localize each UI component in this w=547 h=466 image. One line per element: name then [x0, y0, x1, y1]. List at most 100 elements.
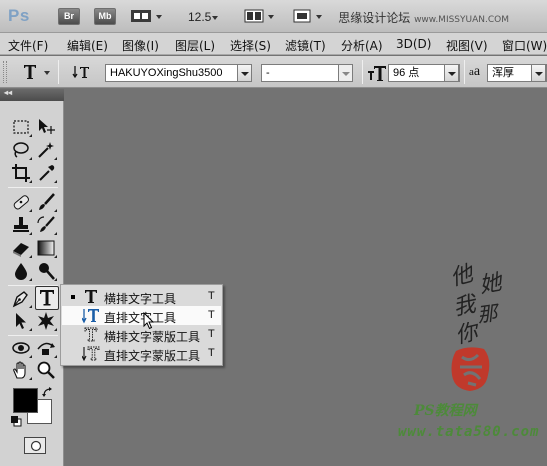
toolbox-divider	[8, 187, 58, 188]
calligraphy-char: 那	[475, 300, 499, 328]
divider	[464, 60, 465, 84]
crop-tool[interactable]	[10, 162, 32, 184]
horizontal-type-icon	[85, 290, 97, 303]
antialias-dropdown[interactable]	[531, 64, 546, 82]
chevron-down-icon	[268, 15, 274, 19]
vertical-type-icon	[82, 309, 99, 324]
chevron-down-icon	[156, 15, 162, 19]
film-strip-icon	[131, 10, 151, 22]
rectangular-marquee-tool[interactable]	[10, 116, 32, 138]
menu-3d[interactable]: 3D(D)	[396, 37, 431, 51]
menu-edit[interactable]: 编辑(E)	[67, 37, 108, 54]
site-watermark-header: 思缘设计论坛 www.MISSYUAN.COM	[338, 9, 509, 26]
clone-stamp-tool[interactable]	[10, 214, 32, 236]
flyout-item-shortcut: T	[208, 290, 215, 302]
submenu-triangle-icon	[29, 134, 32, 137]
flyout-item-vertical-type[interactable]: 直排文字工具 T	[62, 306, 221, 325]
calligraphy-char: 她	[477, 270, 504, 299]
font-size-icon	[368, 66, 386, 81]
mini-bridge-button[interactable]: Mb	[94, 8, 116, 25]
toolbox-divider	[8, 335, 58, 336]
options-bar: HAKUYOXingShu3500 - 96 点 aa 浑厚	[0, 56, 547, 88]
divider	[362, 60, 363, 84]
menu-image[interactable]: 图像(I)	[122, 37, 159, 54]
brush-tool[interactable]	[35, 191, 57, 213]
eyedropper-tool[interactable]	[35, 162, 57, 184]
pen-tool[interactable]	[10, 287, 32, 309]
quick-mask-icon	[30, 440, 42, 452]
spot-healing-brush-tool[interactable]	[10, 191, 32, 213]
custom-shape-tool[interactable]	[35, 310, 57, 332]
submenu-triangle-icon	[29, 355, 32, 358]
history-brush-tool[interactable]	[35, 214, 57, 236]
antialias-icon: aa	[469, 64, 480, 80]
horizontal-type-tool[interactable]	[35, 286, 59, 310]
menu-analysis[interactable]: 分析(A)	[341, 37, 383, 54]
watermark-url: www.tata580.com	[398, 424, 540, 440]
font-size-icon-wrap	[366, 62, 388, 84]
application-bar: Ps Br Mb 12.5 思缘设计论坛 www.MISSYUAN.COM	[0, 0, 547, 33]
submenu-triangle-icon	[54, 355, 57, 358]
arrange-documents-button[interactable]	[244, 8, 276, 25]
swap-colors-icon[interactable]	[42, 387, 54, 398]
font-style-dropdown[interactable]	[338, 64, 353, 82]
menu-select[interactable]: 选择(S)	[230, 37, 271, 54]
quick-mask-button[interactable]	[24, 437, 46, 454]
path-selection-tool[interactable]	[10, 310, 32, 332]
bridge-button[interactable]: Br	[58, 8, 80, 25]
menu-window[interactable]: 窗口(W)	[502, 37, 547, 54]
quick-selection-tool[interactable]	[35, 139, 57, 161]
font-family-dropdown[interactable]	[237, 64, 252, 82]
toolbox-collapse-strip[interactable]: ◂◂	[0, 88, 64, 101]
lasso-tool[interactable]	[10, 139, 32, 161]
submenu-triangle-icon	[29, 305, 32, 308]
submenu-triangle-icon	[54, 255, 57, 258]
options-bar-grip[interactable]	[3, 61, 7, 83]
view-extras-button[interactable]	[130, 8, 166, 25]
move-icon	[39, 119, 55, 134]
zoom-tool[interactable]	[35, 359, 57, 381]
flyout-item-vertical-type-mask[interactable]: 直排文字蒙版工具 T	[62, 344, 221, 363]
menu-layer[interactable]: 图层(L)	[175, 37, 215, 54]
menu-file[interactable]: 文件(F)	[8, 37, 48, 54]
default-colors-icon[interactable]	[10, 415, 22, 427]
gradient-tool[interactable]	[35, 237, 57, 259]
flyout-item-horizontal-type[interactable]: 横排文字工具 T	[62, 287, 221, 306]
menu-view[interactable]: 视图(V)	[446, 37, 488, 54]
dodge-tool[interactable]	[35, 260, 57, 282]
magnifier-icon	[37, 361, 55, 379]
chevron-down-icon	[44, 71, 50, 75]
submenu-triangle-icon	[54, 157, 57, 160]
menu-filter[interactable]: 滤镜(T)	[285, 37, 326, 54]
submenu-triangle-icon	[54, 278, 57, 281]
screen-mode-button[interactable]	[292, 8, 324, 25]
flyout-item-label: 横排文字蒙版工具	[104, 330, 201, 344]
3d-rotate-tool[interactable]	[10, 337, 32, 359]
move-tool[interactable]	[35, 116, 57, 138]
3d-orbit-tool[interactable]	[35, 337, 57, 359]
flyout-item-horizontal-type-mask[interactable]: 横排文字蒙版工具 T	[62, 325, 221, 344]
vertical-type-mask-icon	[82, 346, 100, 362]
submenu-triangle-icon	[29, 157, 32, 160]
photoshop-logo: Ps	[8, 6, 30, 25]
tools-panel	[0, 101, 64, 466]
font-size-dropdown[interactable]	[444, 64, 459, 82]
flyout-item-label: 横排文字工具	[104, 292, 177, 306]
collapse-arrows-icon[interactable]: ◂◂	[4, 88, 12, 97]
horizontal-type-icon	[24, 65, 36, 79]
foreground-color-top[interactable]	[13, 388, 38, 413]
chevron-down-icon	[316, 15, 322, 19]
watermark-brand: PS教程网	[414, 403, 477, 419]
hand-tool[interactable]	[10, 359, 32, 381]
chevron-down-icon	[241, 72, 249, 76]
eraser-tool[interactable]	[10, 237, 32, 259]
tool-preset-picker[interactable]	[20, 61, 50, 83]
flyout-item-shortcut: T	[208, 347, 215, 359]
divider	[58, 60, 59, 84]
submenu-triangle-icon	[29, 180, 32, 183]
toggle-text-orientation-button[interactable]	[72, 61, 94, 83]
font-family-field[interactable]: HAKUYOXingShu3500	[105, 64, 251, 82]
zoom-chevron-icon[interactable]	[212, 16, 218, 20]
zoom-level[interactable]: 12.5	[188, 10, 211, 24]
blur-tool[interactable]	[10, 260, 32, 282]
